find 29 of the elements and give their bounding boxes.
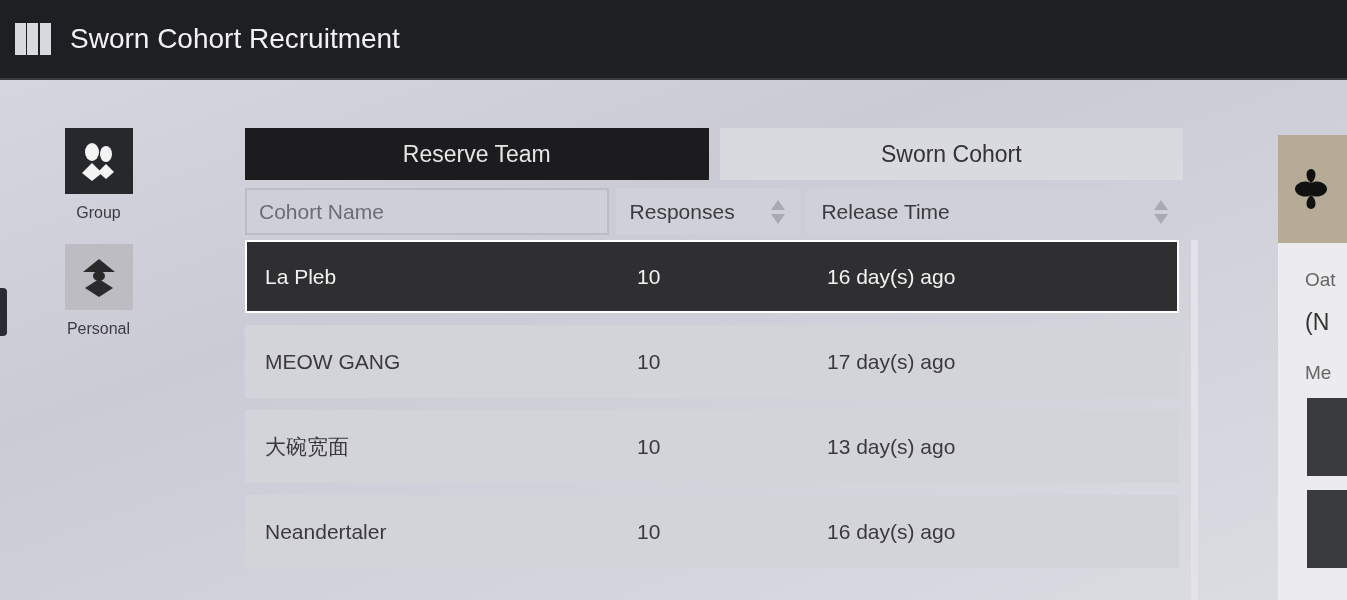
responses-count: 10	[637, 434, 662, 459]
cohort-name: 大碗宽面	[264, 433, 350, 460]
window-title: Sworn Cohort Recruitment	[70, 23, 400, 55]
cohort-name: MEOW GANG	[264, 349, 402, 374]
cohort-row[interactable]: La Pleb 10 16 day(s) ago	[245, 240, 1179, 313]
side-handle[interactable]	[0, 288, 7, 336]
tab[interactable]: Reserve Team	[245, 128, 709, 180]
oath-label: Oat	[1305, 269, 1337, 291]
search-field[interactable]: Cohort Name	[245, 188, 609, 235]
oath-value: (N	[1305, 309, 1331, 336]
book-icon	[14, 21, 52, 57]
responses-count: 10	[637, 264, 662, 289]
release-time: 13 day(s) ago	[827, 434, 957, 459]
release-time: 17 day(s) ago	[827, 349, 957, 374]
cohort-name: Neandertaler	[264, 519, 388, 544]
cohort-row[interactable]: 大碗宽面 10 13 day(s) ago	[245, 410, 1179, 483]
cohort-row[interactable]: Neandertaler 10 16 day(s) ago	[245, 495, 1179, 568]
responses-count: 10	[637, 349, 662, 374]
responses-count: 10	[637, 519, 662, 544]
cohort-row[interactable]: MEOW GANG 10 17 day(s) ago	[245, 325, 1179, 398]
release-time: 16 day(s) ago	[827, 264, 957, 289]
sort-icon	[770, 198, 787, 225]
sort-icon	[1153, 198, 1169, 225]
cohort-name: La Pleb	[264, 264, 338, 289]
column-header[interactable]: Responses	[615, 188, 801, 235]
emblem-icon	[1293, 167, 1329, 211]
members-label: Me	[1305, 362, 1333, 384]
release-time: 16 day(s) ago	[827, 519, 957, 544]
tab[interactable]: Sworn Cohort	[719, 128, 1183, 180]
